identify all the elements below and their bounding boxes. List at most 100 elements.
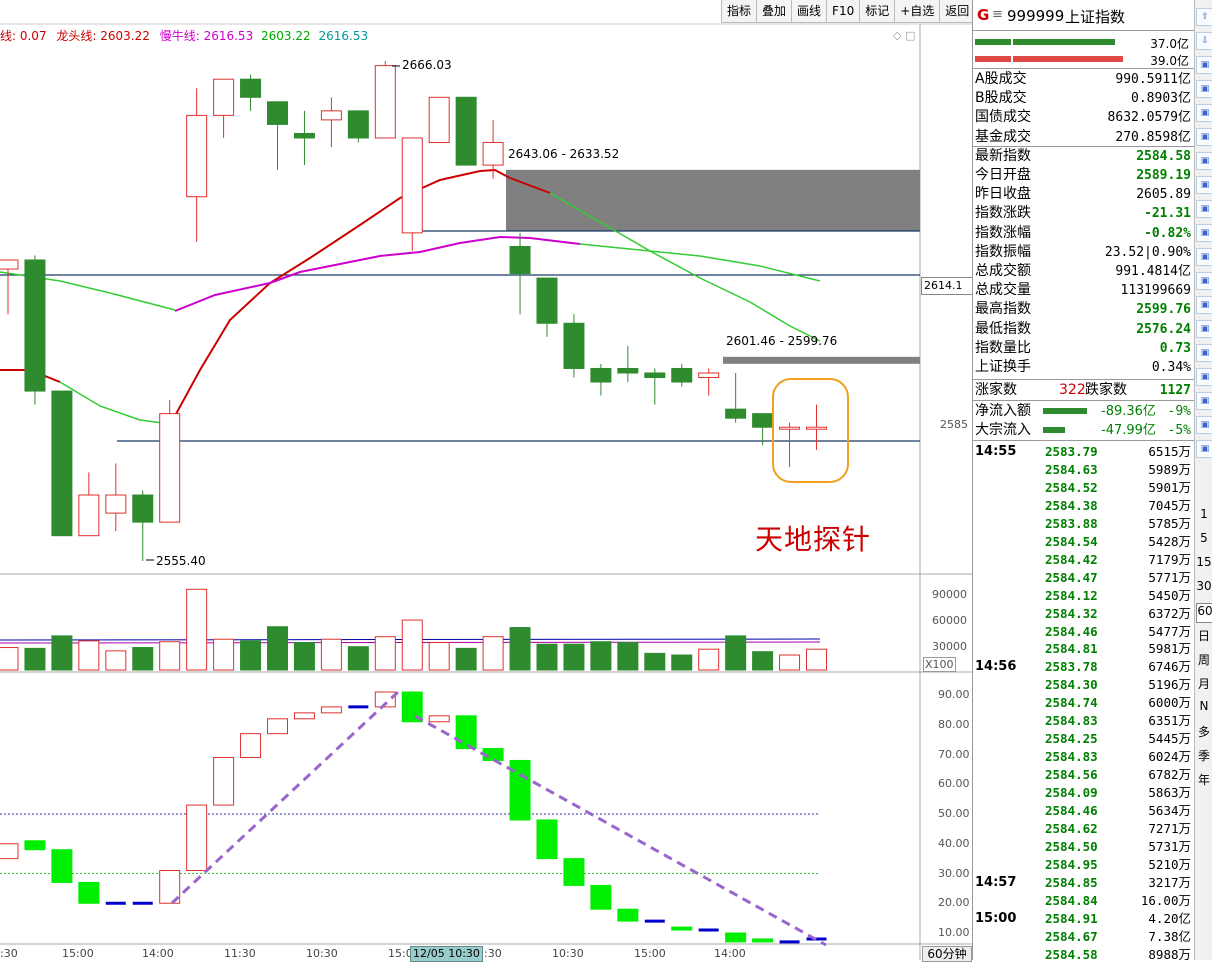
- flow-net-value: -89.36亿: [1101, 404, 1156, 419]
- period-button[interactable]: 15: [1196, 555, 1212, 573]
- period-button[interactable]: 1: [1196, 507, 1212, 525]
- volume-bar: [186, 588, 208, 671]
- period-button[interactable]: 30: [1196, 579, 1212, 597]
- quote-row-value: 2576.24: [1136, 321, 1191, 337]
- toolbar-draw-button[interactable]: 画线: [791, 0, 828, 23]
- period-button[interactable]: 日: [1196, 627, 1212, 645]
- chart-line-icon[interactable]: ▣: [1196, 80, 1212, 98]
- tick-volume: 6372万: [1148, 605, 1191, 621]
- quote-row: 基金成交 270.8598亿: [975, 128, 1193, 147]
- volume-bar: [213, 638, 235, 671]
- quote-row-label: 国债成交: [975, 109, 1031, 126]
- tick-volume: 3217万: [1148, 874, 1191, 890]
- osc-bar-up: [240, 733, 262, 758]
- gap-zone-lower: [723, 356, 920, 364]
- high-label: 2666.03: [402, 58, 452, 72]
- tick-volume: 6024万: [1148, 749, 1191, 765]
- gap-zone-upper: [506, 169, 920, 231]
- low-label: 2555.40: [156, 554, 206, 568]
- tick-row: 2584.63 5989万: [973, 461, 1193, 479]
- tick-volume: 5445万: [1148, 731, 1191, 747]
- tick-volume: 6746万: [1148, 659, 1191, 675]
- toolbar-watchlist-button[interactable]: +自选: [894, 0, 941, 23]
- osc-bar-up: [186, 804, 208, 872]
- info-icon[interactable]: ▣: [1196, 56, 1212, 74]
- osc-bar-down: [536, 819, 558, 860]
- period-button[interactable]: N: [1196, 699, 1212, 717]
- osc-bar-down: [455, 715, 477, 750]
- bar-icon[interactable]: ▣: [1196, 128, 1212, 146]
- grid-icon[interactable]: ▣: [1196, 224, 1212, 242]
- toolbar-f10-button[interactable]: F10: [826, 0, 861, 23]
- toolbar-overlay-button[interactable]: 叠加: [756, 0, 793, 23]
- stat-icon[interactable]: ▣: [1196, 320, 1212, 338]
- volume-bar: [240, 640, 262, 671]
- osc-tick-label: 60.00: [938, 777, 970, 791]
- legend-val2: 2616.53: [318, 29, 369, 43]
- chart-toolbar: 指标 叠加 画线 F10 标记 +自选 返回: [721, 0, 976, 24]
- list-icon[interactable]: ▣: [1196, 272, 1212, 290]
- osc-tick-label: 10.00: [938, 926, 970, 939]
- period-button[interactable]: 60: [1196, 603, 1212, 623]
- rsi-icon[interactable]: ▣: [1196, 344, 1212, 362]
- volume-bar: [482, 636, 504, 671]
- stat-icon[interactable]: ▣: [1196, 296, 1212, 314]
- toolbar-mark-button[interactable]: 标记: [859, 0, 896, 23]
- osc-bar-up: [428, 715, 450, 723]
- scroll-up-icon[interactable]: ⇧: [1196, 8, 1212, 26]
- candle-down: [671, 367, 693, 383]
- volume-bar: [671, 654, 693, 671]
- candle-down: [267, 101, 288, 125]
- panel-settings-icon[interactable]: ◇ □: [893, 29, 915, 42]
- quote-panel: G ≡ 999999 上证指数 37.0亿 39.0亿 A股成交 990.5911…: [972, 0, 1195, 962]
- menu-icon[interactable]: ≡: [992, 7, 1003, 22]
- tool-icon[interactable]: ▣: [1196, 248, 1212, 266]
- flow-block-pct: -5%: [1167, 423, 1191, 438]
- tick-volume: 5634万: [1148, 803, 1191, 818]
- period-button[interactable]: 季: [1196, 747, 1212, 765]
- tick-price: 2584.50: [1045, 838, 1098, 854]
- period-button[interactable]: 周: [1196, 651, 1212, 669]
- toolbar-back-button[interactable]: 返回: [939, 0, 976, 23]
- candle-icon[interactable]: ▣: [1196, 152, 1212, 170]
- chart-area-icon[interactable]: ▣: [1196, 104, 1212, 122]
- tick-row: 2584.83 6351万: [973, 712, 1193, 730]
- separator-icon[interactable]: ▣: [1196, 440, 1212, 458]
- candle-up: [159, 413, 181, 523]
- volume-bar: [293, 642, 315, 671]
- move-icon[interactable]: ▣: [1196, 392, 1212, 410]
- volume-tick-90000: 90000: [932, 588, 967, 601]
- candle-up: [0, 259, 19, 270]
- period-button[interactable]: 多: [1196, 723, 1212, 741]
- f10-icon[interactable]: ▣: [1196, 176, 1212, 194]
- osc-tick-label: 70.00: [938, 747, 970, 761]
- quote-row: B股成交 0.8903亿: [975, 89, 1193, 108]
- kline-chart[interactable]: [0, 0, 972, 960]
- period-button[interactable]: 月: [1196, 675, 1212, 693]
- quote-row-label: A股成交: [975, 71, 1027, 87]
- quote-row-label: 最低指数: [975, 320, 1031, 337]
- legend-dragon: 龙头线: 2603.22: [56, 29, 150, 43]
- quote-row: 最低指数 2576.24: [975, 320, 1193, 339]
- down-arrow-icon[interactable]: ⇩: [1196, 32, 1212, 50]
- tick-price: 2584.95: [1045, 856, 1098, 872]
- candle-up: [186, 114, 208, 198]
- price-tick-2585: 2585: [940, 418, 968, 431]
- tick-price: 2584.38: [1045, 497, 1098, 513]
- pencil-icon[interactable]: ▣: [1196, 416, 1212, 434]
- time-label: :30: [0, 947, 18, 960]
- lock-icon[interactable]: ▣: [1196, 368, 1212, 386]
- tool-icon[interactable]: ▣: [1196, 200, 1212, 218]
- period-button[interactable]: 年: [1196, 771, 1212, 789]
- candle-down: [455, 96, 477, 166]
- tick-volume: 5981万: [1148, 641, 1191, 657]
- osc-bar-down: [671, 926, 693, 931]
- down-count-label: 跌家数: [1085, 382, 1127, 398]
- candle-down: [536, 277, 558, 324]
- tick-price: 2583.88: [1045, 515, 1098, 531]
- toolbar-indicator-button[interactable]: 指标: [721, 0, 758, 23]
- period-button[interactable]: 5: [1196, 531, 1212, 549]
- candle-up: [374, 65, 396, 139]
- kline-chart-area[interactable]: 线: 0.07 龙头线: 2603.22 慢牛线: 2616.53 2603.2…: [0, 0, 976, 962]
- candle-up: [698, 372, 720, 379]
